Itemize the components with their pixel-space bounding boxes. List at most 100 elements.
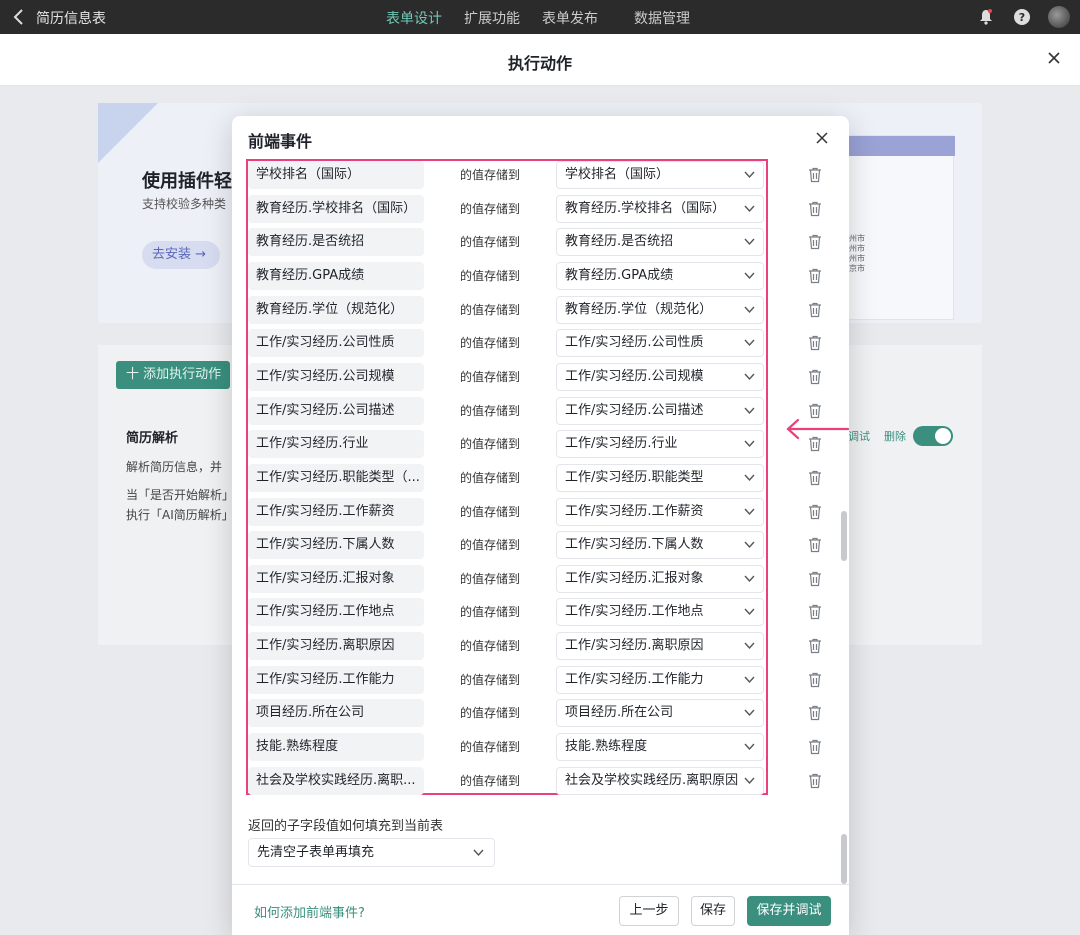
target-field-value: 工作/实习经历.下属人数 (565, 537, 704, 553)
target-field-select[interactable]: 工作/实习经历.公司描述 (556, 396, 764, 425)
trash-icon[interactable] (808, 705, 822, 721)
source-field: 工作/实习经历.职能类型（... (248, 463, 424, 492)
trash-icon[interactable] (808, 638, 822, 654)
target-field-value: 教育经历.GPA成绩 (565, 267, 674, 283)
mapping-row: 教育经历.GPA成绩 的值存储到 教育经历.GPA成绩 (248, 261, 848, 290)
trash-icon[interactable] (808, 773, 822, 789)
target-field-value: 工作/实习经历.汇报对象 (565, 570, 704, 586)
trash-icon[interactable] (808, 335, 822, 351)
action-toggle[interactable] (913, 426, 953, 446)
save-button[interactable]: 保存 (691, 896, 735, 926)
delete-link[interactable]: 删除 (884, 430, 906, 443)
avatar[interactable] (1048, 6, 1070, 28)
source-field: 工作/实习经历.公司描述 (248, 396, 424, 425)
mapping-row: 技能.熟练程度 的值存储到 技能.熟练程度 (248, 733, 848, 762)
target-field-select[interactable]: 工作/实习经历.离职原因 (556, 632, 764, 661)
prev-step-button[interactable]: 上一步 (619, 896, 679, 926)
add-action-button[interactable]: 十 添加执行动作 (116, 361, 230, 389)
trash-icon[interactable] (808, 571, 822, 587)
help-icon[interactable]: ? (1014, 9, 1030, 25)
tab-extensions[interactable]: 扩展功能 (464, 8, 520, 28)
target-field-select[interactable]: 工作/实习经历.职能类型 (556, 463, 764, 492)
stored-to-label: 的值存储到 (460, 605, 521, 620)
target-field-value: 工作/实习经历.公司性质 (565, 335, 704, 351)
target-field-select[interactable]: 工作/实习经历.下属人数 (556, 531, 764, 560)
scrollbar-thumb[interactable] (841, 511, 847, 561)
target-field-select[interactable]: 项目经历.所在公司 (556, 699, 764, 728)
resume-desc-1: 解析简历信息，并 (126, 460, 223, 474)
target-field-select[interactable]: 教育经历.学校排名（国际） (556, 194, 764, 223)
target-field-value: 工作/实习经历.公司规模 (565, 368, 704, 384)
target-field-select[interactable]: 技能.熟练程度 (556, 733, 764, 762)
stored-to-label: 的值存储到 (460, 235, 521, 250)
debug-link[interactable]: 调试 (848, 430, 870, 443)
source-field: 工作/实习经历.离职原因 (248, 632, 424, 661)
target-field-select[interactable]: 工作/实习经历.公司规模 (556, 362, 764, 391)
target-field-select[interactable]: 教育经历.GPA成绩 (556, 261, 764, 290)
target-field-select[interactable]: 工作/实习经历.公司性质 (556, 329, 764, 358)
target-field-select[interactable]: 工作/实习经历.工作地点 (556, 598, 764, 627)
trash-icon[interactable] (808, 537, 822, 553)
close-icon[interactable] (815, 130, 829, 144)
target-field-select[interactable]: 工作/实习经历.工作能力 (556, 665, 764, 694)
fill-mode-value: 先清空子表单再填充 (257, 845, 375, 860)
target-field-select[interactable]: 教育经历.学位（规范化） (556, 295, 764, 324)
trash-icon[interactable] (808, 369, 822, 385)
tab-form-design[interactable]: 表单设计 (386, 8, 442, 28)
exec-action-title: 执行动作 (507, 54, 572, 73)
target-field-select[interactable]: 工作/实习经历.工作薪资 (556, 497, 764, 526)
bell-icon[interactable] (976, 7, 996, 27)
stored-to-label: 的值存储到 (460, 268, 521, 283)
chevron-down-icon (744, 743, 755, 751)
trash-icon[interactable] (808, 268, 822, 284)
tab-data-manage[interactable]: 数据管理 (634, 8, 690, 28)
chevron-down-icon (744, 777, 755, 784)
stored-to-label: 的值存储到 (460, 504, 521, 519)
dialog-footer: 如何添加前端事件? 上一步 保存 保存并调试 (232, 884, 849, 935)
stored-to-label: 的值存储到 (460, 437, 521, 452)
source-field: 工作/实习经历.工作薪资 (248, 497, 424, 526)
target-field-select[interactable]: 工作/实习经历.行业 (556, 430, 764, 459)
trash-icon[interactable] (808, 739, 822, 755)
fill-mode-select[interactable]: 先清空子表单再填充 (248, 838, 495, 867)
target-field-value: 工作/实习经历.工作地点 (565, 604, 704, 620)
target-field-value: 社会及学校实践经历.离职原因 (565, 772, 739, 788)
help-add-event-link[interactable]: 如何添加前端事件? (254, 902, 365, 921)
tab-form-publish[interactable]: 表单发布 (542, 8, 598, 28)
trash-icon[interactable] (808, 470, 822, 486)
save-and-debug-button[interactable]: 保存并调试 (747, 896, 831, 926)
trash-icon[interactable] (808, 167, 822, 183)
target-field-select[interactable]: 学校排名（国际） (556, 161, 764, 189)
trash-icon[interactable] (808, 234, 822, 250)
promo-preview-image: 州市 州市 州市 京市 (848, 135, 955, 320)
stored-to-label: 的值存储到 (460, 639, 521, 654)
stored-to-label: 的值存储到 (460, 740, 521, 755)
target-field-select[interactable]: 教育经历.是否统招 (556, 228, 764, 257)
promo-install-button[interactable]: 去安装 → (142, 241, 220, 269)
target-field-select[interactable]: 社会及学校实践经历.离职原因 (556, 766, 764, 795)
topbar-right-icons: ? (976, 6, 1070, 28)
trash-icon[interactable] (808, 604, 822, 620)
promo-preview-bar (849, 136, 955, 156)
trash-icon[interactable] (808, 403, 822, 419)
trash-icon[interactable] (808, 504, 822, 520)
trash-icon[interactable] (808, 672, 822, 688)
target-field-value: 工作/实习经历.工作能力 (565, 671, 704, 687)
trash-icon[interactable] (808, 201, 822, 217)
trash-icon[interactable] (808, 302, 822, 318)
exec-close-icon[interactable] (1046, 50, 1062, 66)
mapping-row: 工作/实习经历.下属人数 的值存储到 工作/实习经历.下属人数 (248, 531, 848, 560)
back-chevron-icon[interactable] (12, 8, 26, 26)
exec-action-header: 执行动作 (0, 34, 1080, 86)
source-field: 工作/实习经历.行业 (248, 430, 424, 459)
resume-desc-3: 执行「AI简历解析」 (126, 508, 234, 522)
stored-to-label: 的值存储到 (460, 201, 521, 216)
target-field-value: 项目经历.所在公司 (565, 705, 674, 721)
fill-mode-label: 返回的子字段值如何填充到当前表 (248, 819, 444, 834)
chevron-down-icon (473, 849, 484, 857)
target-field-value: 工作/实习经历.公司描述 (565, 402, 704, 418)
mapping-row: 工作/实习经历.公司描述 的值存储到 工作/实习经历.公司描述 (248, 396, 848, 425)
source-field: 学校排名（国际） (248, 161, 424, 189)
scrollbar-thumb-outer[interactable] (841, 834, 847, 884)
target-field-select[interactable]: 工作/实习经历.汇报对象 (556, 564, 764, 593)
